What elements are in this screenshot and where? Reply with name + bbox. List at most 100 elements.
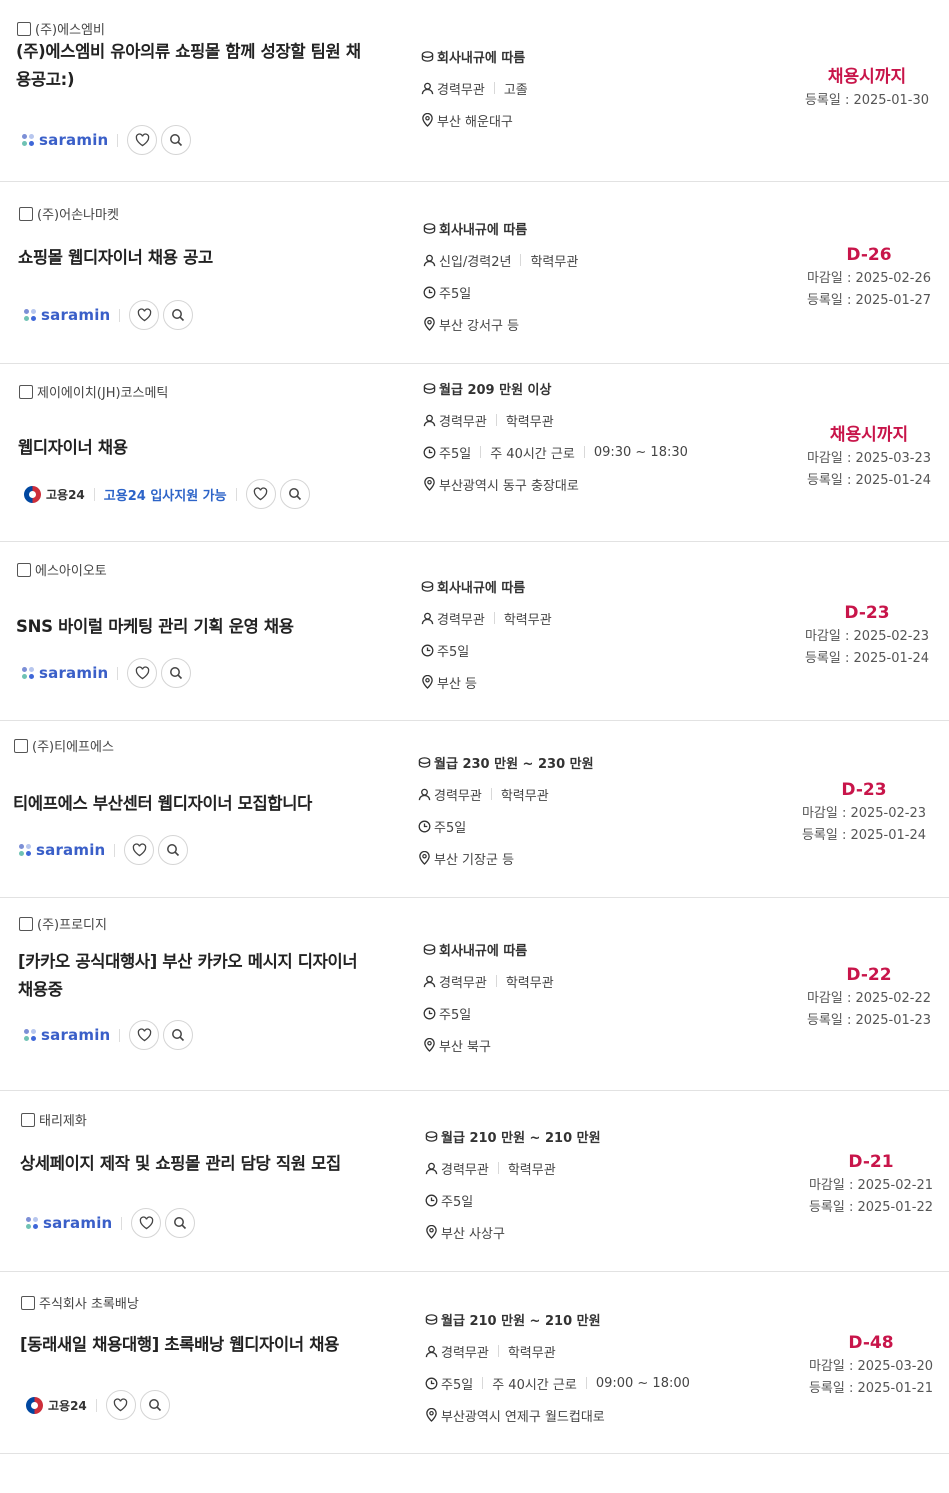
bookmark-button[interactable] xyxy=(127,658,158,688)
select-checkbox[interactable] xyxy=(17,562,31,577)
company-name[interactable]: 주식회사 초록배낭 xyxy=(39,1293,139,1312)
divider xyxy=(117,666,119,680)
job-card: (주)티에프에스 티에프에스 부산센터 웹디자이너 모집합니다 saramin 월급 … xyxy=(0,721,949,898)
job-title-line[interactable]: 용공고:) xyxy=(16,66,381,94)
search-company-button[interactable] xyxy=(158,835,189,865)
job-title[interactable]: 상세페이지 제작 및 쇼핑몰 관리 담당 직원 모집 xyxy=(20,1150,385,1178)
location-pin-icon xyxy=(421,113,437,127)
saramin-dots-icon xyxy=(24,1028,37,1042)
career: 경력무관 xyxy=(441,1162,489,1178)
job-title[interactable]: [카카오 공식대행사] 부산 카카오 메시지 디자이너 채용중 xyxy=(18,948,383,1004)
search-company-button[interactable] xyxy=(161,658,192,688)
coin-icon xyxy=(421,50,437,63)
select-checkbox[interactable] xyxy=(19,206,33,221)
select-checkbox[interactable] xyxy=(19,916,33,931)
person-icon xyxy=(421,612,437,625)
schedule-item: 09:30 ~ 18:30 xyxy=(593,444,688,460)
job-title-line[interactable]: [카카오 공식대행사] 부산 카카오 메시지 디자이너 xyxy=(18,948,383,976)
job-title[interactable]: [동래새일 채용대행] 초록배낭 웹디자이너 채용 xyxy=(20,1331,385,1359)
search-company-button[interactable] xyxy=(163,1020,194,1050)
job-title-line[interactable]: 상세페이지 제작 및 쇼핑몰 관리 담당 직원 모집 xyxy=(20,1150,385,1178)
career: 경력무관 xyxy=(439,975,487,991)
registered-date: 등록일 : 2025-01-22 xyxy=(808,1200,934,1215)
deadline-date: 마감일 : 2025-02-23 xyxy=(804,629,930,644)
company-name[interactable]: 제이에이치(JH)코스메틱 xyxy=(37,382,168,401)
salary: 회사내규에 따름 xyxy=(437,50,526,66)
d-day-badge: D-48 xyxy=(848,1333,894,1353)
job-title-line[interactable]: 웹디자이너 채용 xyxy=(18,434,383,462)
company-name[interactable]: (주)프로디지 xyxy=(37,914,107,933)
job-title[interactable]: 웹디자이너 채용 xyxy=(18,434,383,462)
heart-icon xyxy=(137,308,152,322)
source-bar: 고용24 xyxy=(26,1390,174,1420)
select-checkbox[interactable] xyxy=(21,1295,35,1310)
search-company-button[interactable] xyxy=(163,300,194,330)
company-name[interactable]: 태리제화 xyxy=(39,1110,87,1129)
registered-date: 등록일 : 2025-01-30 xyxy=(804,93,930,108)
bookmark-button[interactable] xyxy=(127,125,158,155)
job-title[interactable]: (주)에스엠비 유아의류 쇼핑몰 함께 성장할 팀원 채 용공고:) xyxy=(16,38,381,94)
d-day-badge: D-26 xyxy=(846,245,892,265)
bookmark-button[interactable] xyxy=(124,835,155,865)
divider xyxy=(520,254,522,266)
job-title-line[interactable]: 채용중 xyxy=(18,976,383,1004)
source-bar: saramin xyxy=(24,300,197,330)
apply-via-goyong24-link[interactable]: 고용24 입사지원 가능 xyxy=(104,485,227,504)
company-name[interactable]: (주)어손나마켓 xyxy=(37,204,119,223)
divider xyxy=(482,1377,484,1389)
search-company-button[interactable] xyxy=(161,125,192,155)
company-line: (주)티에프에스 xyxy=(14,736,114,755)
bookmark-button[interactable] xyxy=(129,1020,160,1050)
bookmark-button[interactable] xyxy=(105,1390,136,1420)
bookmark-button[interactable] xyxy=(131,1208,162,1238)
search-company-button[interactable] xyxy=(139,1390,170,1420)
career-line: 경력무관 학력무관 xyxy=(425,1335,690,1367)
company-name[interactable]: 에스아이오토 xyxy=(35,560,107,579)
salary: 월급 210 만원 ~ 210 만원 xyxy=(441,1313,601,1329)
education: 학력무관 xyxy=(505,975,554,991)
divider xyxy=(493,82,495,94)
job-title-line[interactable]: 티에프에스 부산센터 웹디자이너 모집합니다 xyxy=(13,790,378,818)
job-card: 주식회사 초록배낭 [동래새일 채용대행] 초록배낭 웹디자이너 채용고용24 월급… xyxy=(0,1272,949,1454)
divider xyxy=(117,133,119,147)
select-checkbox[interactable] xyxy=(17,21,31,36)
saramin-logo: saramin xyxy=(24,306,110,324)
search-icon xyxy=(148,1398,162,1412)
source-bar: saramin xyxy=(22,125,195,155)
select-checkbox[interactable] xyxy=(14,738,28,753)
select-checkbox[interactable] xyxy=(21,1112,35,1127)
bookmark-button[interactable] xyxy=(129,300,160,330)
divider xyxy=(93,487,95,501)
job-title[interactable]: 티에프에스 부산센터 웹디자이너 모집합니다 xyxy=(13,790,378,818)
search-company-button[interactable] xyxy=(279,479,310,509)
company-name[interactable]: (주)티에프에스 xyxy=(32,736,114,755)
saramin-label: saramin xyxy=(36,841,106,859)
career-line: 경력무관 학력무관 xyxy=(423,965,554,997)
schedule-item: 주 40시간 근로 xyxy=(490,446,575,462)
job-title-line[interactable]: 쇼핑몰 웹디자이너 채용 공고 xyxy=(18,244,383,272)
goyong24-label: 고용24 xyxy=(46,487,85,502)
company-name[interactable]: (주)에스엠비 xyxy=(35,19,105,38)
job-title-line[interactable]: (주)에스엠비 유아의류 쇼핑몰 함께 성장할 팀원 채 xyxy=(16,38,381,66)
heart-icon xyxy=(132,843,147,857)
job-card: (주)어손나마켓 쇼핑몰 웹디자이너 채용 공고 saramin 회사내규에 따름 신입… xyxy=(0,182,949,364)
bookmark-button[interactable] xyxy=(245,479,276,509)
clock-icon xyxy=(418,820,434,833)
person-icon xyxy=(421,82,437,95)
search-company-button[interactable] xyxy=(165,1208,196,1238)
goyong24-label: 고용24 xyxy=(48,1398,87,1413)
divider xyxy=(119,308,121,322)
deadline-date: 마감일 : 2025-02-21 xyxy=(808,1178,934,1193)
job-title-line[interactable]: SNS 바이럴 마케팅 관리 기획 운영 채용 xyxy=(16,613,381,641)
search-icon xyxy=(169,133,183,147)
job-card: (주)프로디지 [카카오 공식대행사] 부산 카카오 메시지 디자이너 채용중 sar… xyxy=(0,898,949,1091)
location-pin-icon xyxy=(423,477,439,491)
job-title[interactable]: SNS 바이럴 마케팅 관리 기획 운영 채용 xyxy=(16,613,381,641)
job-title[interactable]: 쇼핑몰 웹디자이너 채용 공고 xyxy=(18,244,383,272)
select-checkbox[interactable] xyxy=(19,384,33,399)
job-title-line[interactable]: [동래새일 채용대행] 초록배낭 웹디자이너 채용 xyxy=(20,1331,385,1359)
saramin-logo: saramin xyxy=(24,1026,110,1044)
career: 경력무관 xyxy=(434,788,482,804)
saramin-label: saramin xyxy=(39,131,109,149)
coin-icon xyxy=(425,1313,441,1326)
